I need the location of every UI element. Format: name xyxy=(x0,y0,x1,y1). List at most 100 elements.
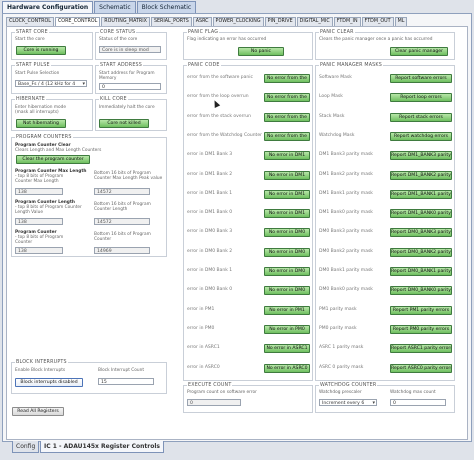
panic-mask-row-button[interactable]: Report DM1_BANK0 parity errors xyxy=(390,209,452,218)
panic-masks-group: PANIC MANAGER MASKS Software Mask Report … xyxy=(315,63,455,381)
panic-code-row-button[interactable]: No error in ASRC0 xyxy=(264,364,310,373)
tab-hardware-configuration[interactable]: Hardware Configuration xyxy=(2,1,94,13)
block-interrupts-title: BLOCK INTERRUPTS xyxy=(15,360,68,365)
tab-block-schematic[interactable]: Block Schematic xyxy=(136,1,197,13)
panic-clear-title: PANIC CLEAR xyxy=(319,30,355,35)
panic-mask-row-button[interactable]: Report DM0_BANK3 parity errors xyxy=(390,228,452,237)
panic-mask-row-button[interactable]: Report DM0_BANK2 parity errors xyxy=(390,248,452,257)
panic-mask-row-label: Stack Mask xyxy=(319,114,345,119)
pc-max-peak-desc-2: Counter Max Length Peak value xyxy=(94,176,163,181)
panic-mask-row-button[interactable]: Report DM0_BANK0 parity errors xyxy=(390,286,452,295)
clear-program-counter-button[interactable]: Clear the program counter xyxy=(16,155,90,164)
panic-code-row-button[interactable]: No error in DM0 xyxy=(264,286,310,295)
tab-schematic[interactable]: Schematic xyxy=(94,1,136,13)
block-interrupt-count-input[interactable]: 15 xyxy=(98,378,154,385)
start-address-group: START ADDRESS Start address for Program … xyxy=(95,63,167,94)
panic-mask-row-button[interactable]: Report ASRC1 parity errors xyxy=(390,344,452,353)
kill-core-button[interactable]: Core not killed xyxy=(99,119,149,128)
tab-clock-control[interactable]: CLOCK_CONTROL xyxy=(6,17,54,26)
panic-code-row-button[interactable]: No error in PM1 xyxy=(264,306,310,315)
read-all-registers-button[interactable]: Read All Registers xyxy=(12,407,64,416)
panic-mask-row-label: DM1 Bank2 parity mask xyxy=(319,172,373,177)
panic-mask-row-button[interactable]: Report DM1_BANK3 parity errors xyxy=(390,151,452,160)
register-tab-strip: CLOCK_CONTROL CORE_CONTROL ROUTING_MATRI… xyxy=(6,17,408,26)
block-interrupt-count-desc: Block Interrupt Count xyxy=(98,368,145,373)
pc-max-length-field: 138 xyxy=(15,188,63,195)
pc-bottom-field: 14969 xyxy=(94,247,150,254)
block-interrupts-button[interactable]: Block interrupts disabled xyxy=(15,378,83,387)
panic-code-row-button[interactable]: No error in DM0 xyxy=(264,228,310,237)
panic-mask-row-button[interactable]: Report DM0_BANK1 parity errors xyxy=(390,267,452,276)
panic-code-row-button[interactable]: No error in DM1 xyxy=(264,190,310,199)
panic-mask-row-button[interactable]: Report DM1_BANK2 parity errors xyxy=(390,171,452,180)
watchdog-max-input[interactable]: 0 xyxy=(390,399,446,406)
panic-code-row-button[interactable]: No error in ASRC1 xyxy=(264,344,310,353)
panic-mask-row-button[interactable]: Report PM1 parity errors xyxy=(390,306,452,315)
tab-digital-mic[interactable]: DIGITAL_MIC xyxy=(296,17,333,26)
tab-ftdm-in[interactable]: FTDM_IN xyxy=(333,17,361,26)
tab-pin-drive[interactable]: PIN_DRIVE xyxy=(264,17,296,26)
panic-mask-row-button[interactable]: Report stack errors xyxy=(390,113,452,122)
start-pulse-group: START PULSE Start Pulse Selection Base_F… xyxy=(11,63,93,94)
panic-mask-row-button[interactable]: Report watchdog errors xyxy=(390,132,452,141)
panic-code-row-button[interactable]: No error from the xyxy=(264,132,310,141)
pc-field: 138 xyxy=(15,247,63,254)
watchdog-prescaler-select[interactable]: Increment every 6 xyxy=(319,399,377,407)
tab-ml[interactable]: ML xyxy=(394,17,408,26)
execute-count-group: EXECUTE COUNT Program count on software … xyxy=(183,383,313,413)
panic-code-title: PANIC CODE xyxy=(187,63,221,68)
panic-code-row-button[interactable]: No error in DM0 xyxy=(264,267,310,276)
block-interrupts-desc: Enable Block Interrupts xyxy=(15,368,66,373)
tab-config[interactable]: Config xyxy=(12,441,40,453)
panic-mask-row-button[interactable]: Report ASRC0 parity errors xyxy=(390,364,452,373)
program-counters-group: PROGRAM COUNTERS Program Counter Clear C… xyxy=(11,135,167,257)
panic-code-row-button[interactable]: No error in PM0 xyxy=(264,325,310,334)
panic-code-row-label: error from the loop overrun xyxy=(187,94,249,99)
panic-flag-button[interactable]: No panic xyxy=(238,47,284,56)
panic-code-row-label: error in PM1 xyxy=(187,307,215,312)
tab-asrc[interactable]: ASRC xyxy=(192,17,212,26)
panic-code-row-label: error from the stack overrun xyxy=(187,114,251,119)
start-address-input[interactable]: 0 xyxy=(99,83,161,90)
panic-code-row-button[interactable]: No error in DM1 xyxy=(264,171,310,180)
panic-code-row-button[interactable]: No error from the xyxy=(264,74,310,83)
panic-code-row-label: error in DM0 Bank 1 xyxy=(187,268,233,273)
panic-code-row-label: error in DM1 Bank 1 xyxy=(187,191,233,196)
panic-flag-desc: Flag indicating an error has occurred xyxy=(187,37,267,42)
clear-panic-manager-button[interactable]: Clear panic manager xyxy=(390,47,448,56)
tab-routing-matrix[interactable]: ROUTING_MATRIX xyxy=(101,17,150,26)
panic-code-row-button[interactable]: No error from the xyxy=(264,113,310,122)
core-running-button[interactable]: Core is running xyxy=(16,46,66,55)
pc-bottom-desc-2: Counter xyxy=(94,237,112,242)
tab-core-control[interactable]: CORE_CONTROL xyxy=(54,17,101,26)
panic-code-row-button[interactable]: No error in DM1 xyxy=(264,151,310,160)
panic-code-row-button[interactable]: No error from the xyxy=(264,93,310,102)
bottom-tab-strip: Config IC 1 - ADAU145x Register Controls xyxy=(2,441,470,454)
panic-clear-desc: Clears the panic manager once a panic ha… xyxy=(319,37,433,42)
hardware-configuration-panel: CLOCK_CONTROL CORE_CONTROL ROUTING_MATRI… xyxy=(2,13,472,442)
core-status-title: CORE STATUS xyxy=(99,30,137,35)
tab-power-clocking[interactable]: POWER_CLOCKING xyxy=(212,17,264,26)
panic-code-row-button[interactable]: No error in DM1 xyxy=(264,209,310,218)
panic-code-row-button[interactable]: No error in DM0 xyxy=(264,248,310,257)
pc-length-bottom-field: 14572 xyxy=(94,218,150,225)
panic-mask-row-label: Loop Mask xyxy=(319,94,343,99)
hibernate-button[interactable]: Not hibernating xyxy=(16,119,66,128)
panic-code-row-label: error in DM1 Bank 3 xyxy=(187,152,233,157)
panic-mask-row-button[interactable]: Report loop errors xyxy=(390,93,452,102)
tab-ftdm-out[interactable]: FTDM_OUT xyxy=(361,17,394,26)
pc-length-field: 138 xyxy=(15,218,63,225)
panic-mask-row-button[interactable]: Report DM1_BANK1 parity errors xyxy=(390,190,452,199)
tab-ic1-register-controls[interactable]: IC 1 - ADAU145x Register Controls xyxy=(40,441,164,453)
watchdog-counter-group: WATCHDOG COUNTER Watchdog prescaler Incr… xyxy=(315,383,455,413)
panic-mask-row-button[interactable]: Report PM0 parity errors xyxy=(390,325,452,334)
panic-code-row-label: error in DM0 Bank 0 xyxy=(187,287,233,292)
panic-mask-row-label: DM0 Bank1 parity mask xyxy=(319,268,373,273)
panic-mask-row-label: PM0 parity mask xyxy=(319,326,357,331)
program-counter-clear-desc: Clears Length and Max Length Counters xyxy=(15,148,102,153)
core-control-content: START CORE Start the core Core is runnin… xyxy=(6,26,468,440)
start-pulse-select[interactable]: Base_Fs / 4 (12 kHz for 4 xyxy=(15,80,87,88)
tab-serial-ports[interactable]: SERIAL_PORTS xyxy=(150,17,192,26)
panic-mask-row-button[interactable]: Report software errors xyxy=(390,74,452,83)
panic-code-row-label: error in DM0 Bank 3 xyxy=(187,229,233,234)
